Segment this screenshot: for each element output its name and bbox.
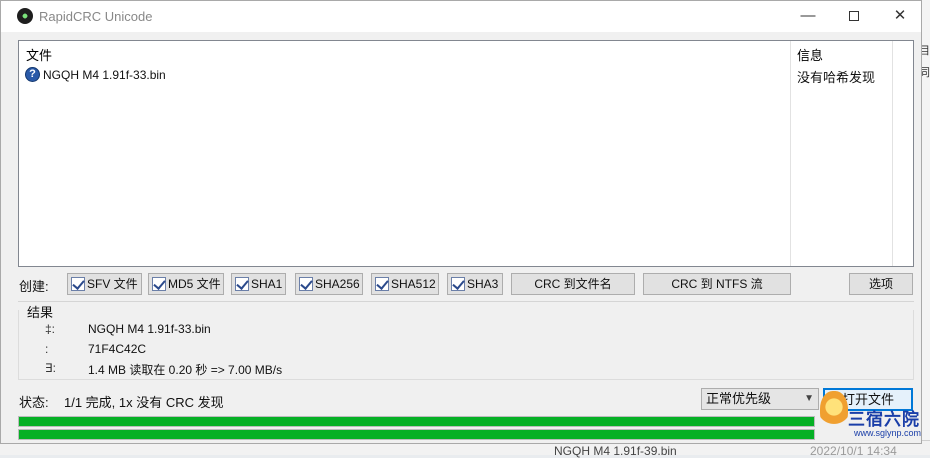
file-name: NGQH M4 1.91f-33.bin: [43, 68, 166, 82]
app-icon: [17, 8, 33, 24]
file-list[interactable]: 文件 信息 ? NGQH M4 1.91f-33.bin 没有哈希发现: [18, 40, 914, 267]
maximize-icon: [849, 11, 859, 22]
file-row[interactable]: ? NGQH M4 1.91f-33.bin 没有哈希发现: [19, 67, 913, 85]
close-button[interactable]: ✕: [877, 1, 923, 32]
flower-icon: [820, 391, 848, 431]
checkmark-icon: [451, 276, 465, 291]
result-label: :: [45, 342, 49, 356]
create-sha256-button[interactable]: SHA256: [295, 273, 363, 295]
background-file-date: 2022/10/1 14:34: [810, 444, 897, 458]
progress-fill: [19, 417, 814, 426]
checkmark-icon: [299, 276, 313, 291]
create-sha512-button[interactable]: SHA512: [371, 273, 439, 295]
watermark-brand: 三宿六院: [848, 410, 920, 430]
button-label: SHA512: [391, 277, 436, 291]
result-read-speed: 1.4 MB 读取在 0.20 秒 => 7.00 MB/s: [88, 363, 283, 377]
create-sfv-button[interactable]: SFV 文件: [67, 273, 142, 295]
checkmark-icon: [152, 276, 166, 291]
results-title: 结果: [27, 302, 58, 321]
background-file-name: NGQH M4 1.91f-39.bin: [554, 444, 677, 458]
checkmark-icon: [71, 276, 85, 291]
checkmark-icon: [375, 276, 389, 291]
button-label: SFV 文件: [87, 277, 138, 291]
chevron-down-icon: ▼: [804, 393, 814, 404]
file-info: 没有哈希发现: [797, 70, 876, 85]
crc-to-filename-button[interactable]: CRC 到文件名: [511, 273, 635, 295]
watermark: 三宿六院 www.sglynp.com: [818, 383, 926, 443]
progress-bar-file: [18, 429, 815, 440]
button-label: SHA3: [467, 277, 499, 291]
result-filename: NGQH M4 1.91f-33.bin: [88, 322, 211, 336]
rapidcrc-window: RapidCRC Unicode — ✕ 文件 信息 ? NGQH M4 1.9…: [0, 0, 922, 444]
window-title: RapidCRC Unicode: [39, 9, 153, 24]
maximize-button[interactable]: [831, 1, 877, 32]
checkmark-icon: [235, 276, 249, 291]
title-bar: RapidCRC Unicode — ✕: [1, 1, 921, 32]
button-label: SHA256: [315, 277, 360, 291]
button-label: MD5 文件: [168, 277, 221, 291]
status-text: 1/1 完成, 1x 没有 CRC 发现: [64, 395, 224, 410]
progress-fill: [19, 430, 814, 439]
create-md5-button[interactable]: MD5 文件: [148, 273, 224, 295]
watermark-url: www.sglynp.com: [854, 428, 922, 438]
column-header-file[interactable]: 文件: [26, 45, 52, 64]
create-sha1-button[interactable]: SHA1: [231, 273, 286, 295]
result-label: ∃:: [45, 361, 56, 375]
question-icon: ?: [25, 67, 40, 82]
priority-value: 正常优先级: [706, 391, 772, 406]
progress-bar-total: [18, 416, 815, 427]
create-label: 创建:: [19, 279, 49, 294]
create-sha3-button[interactable]: SHA3: [447, 273, 503, 295]
options-button[interactable]: 选项: [849, 273, 913, 295]
crc-to-ntfs-button[interactable]: CRC 到 NTFS 流: [643, 273, 791, 295]
result-crc: 71F4C42C: [88, 342, 147, 356]
result-label: ‡:: [45, 322, 56, 336]
button-label: SHA1: [251, 277, 283, 291]
status-label: 状态:: [19, 395, 49, 410]
results-divider: [18, 301, 914, 302]
priority-select[interactable]: 正常优先级 ▼: [701, 388, 819, 410]
minimize-button[interactable]: —: [785, 1, 831, 32]
column-header-info[interactable]: 信息: [797, 45, 823, 64]
